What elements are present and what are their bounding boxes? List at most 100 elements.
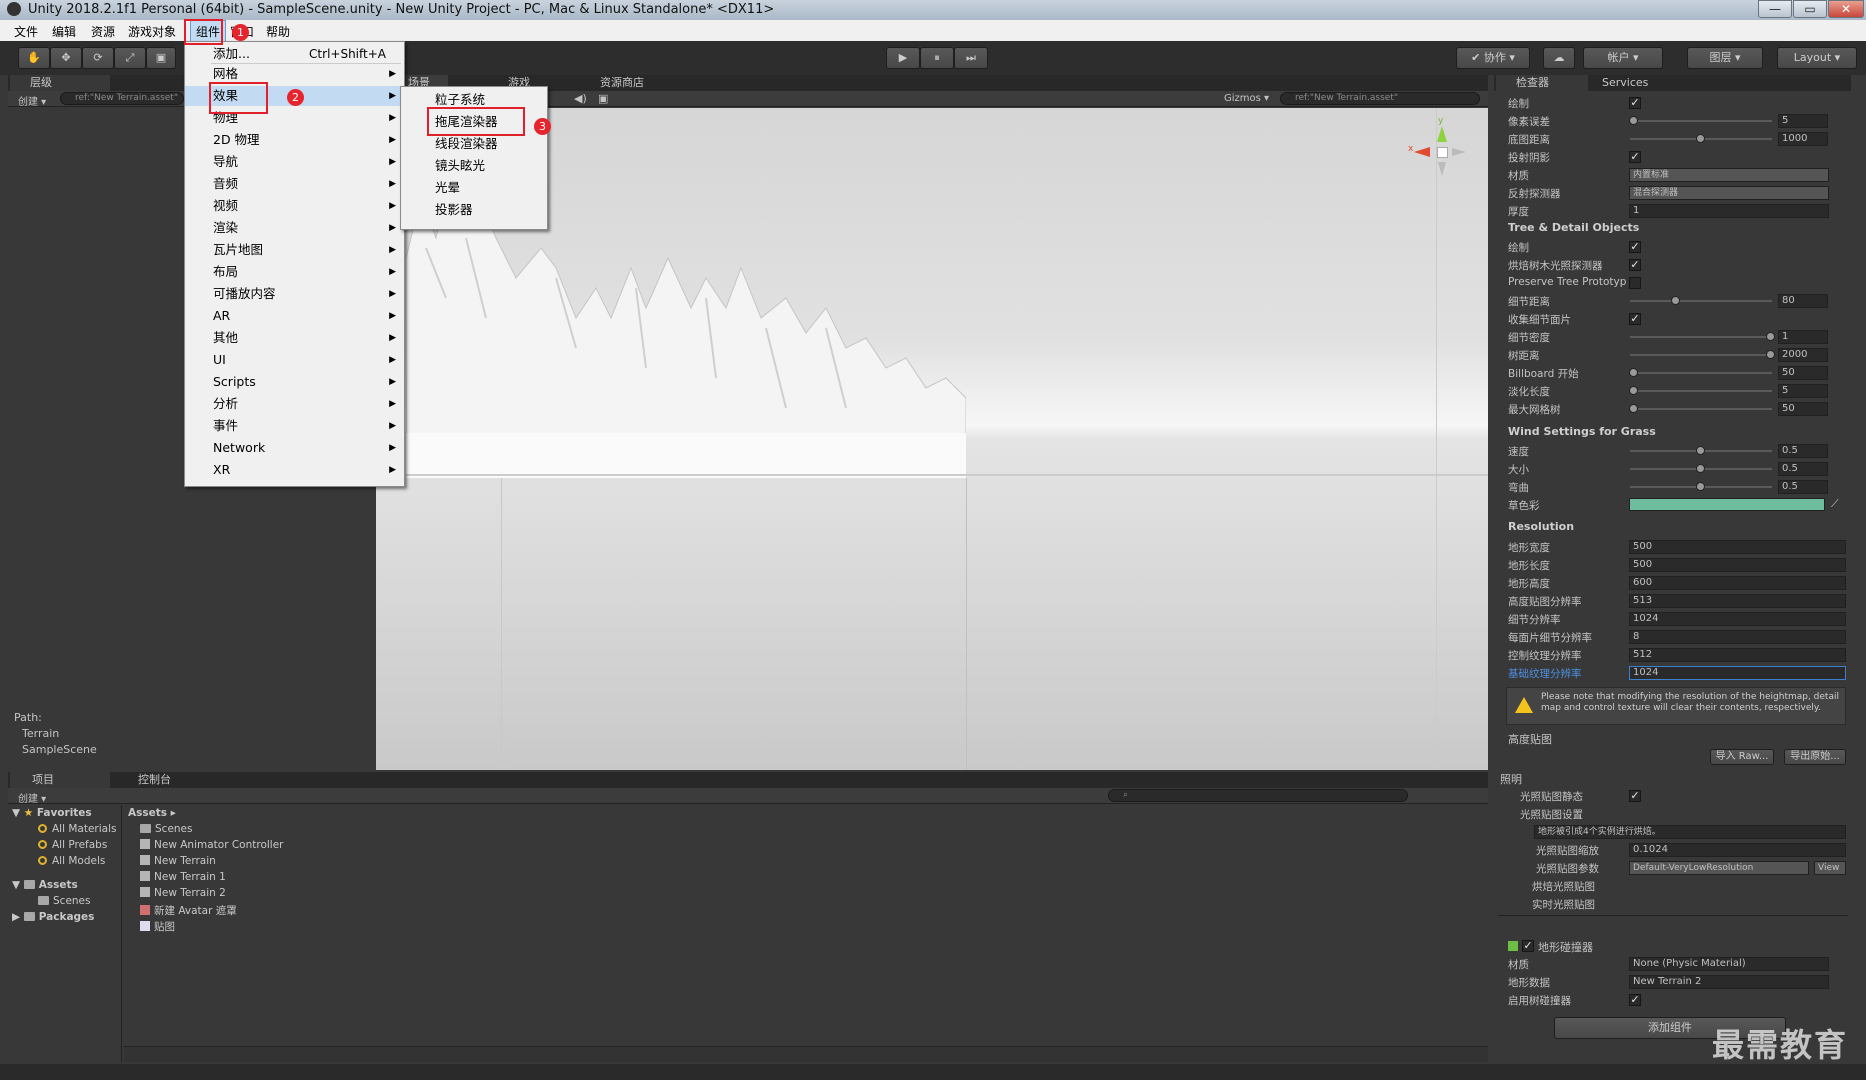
account-dropdown[interactable]: 帐户 ▾: [1583, 47, 1663, 69]
component-menu-item[interactable]: 分析 ▶: [185, 394, 404, 414]
inspector-value-field[interactable]: 80: [1778, 294, 1828, 308]
audio-toggle-icon[interactable]: ◀): [574, 92, 587, 105]
inspector-slider-track[interactable]: [1630, 300, 1772, 302]
scene-gizmo[interactable]: y x: [1408, 116, 1478, 188]
component-menu-item[interactable]: 可播放内容 ▶: [185, 284, 404, 304]
menu-assets[interactable]: 资源: [91, 23, 115, 40]
inspector-slider-track[interactable]: [1630, 120, 1772, 122]
inspector-value-field[interactable]: 0.5: [1778, 444, 1828, 458]
eyedropper-icon[interactable]: ⟋: [1831, 497, 1839, 511]
inspector-value-field[interactable]: 500: [1629, 540, 1846, 554]
hierarchy-search-input[interactable]: ref:"New Terrain.asset": [60, 92, 184, 105]
inspector-checkbox[interactable]: ✓: [1629, 241, 1641, 253]
import-raw-button[interactable]: 导入 Raw...: [1710, 749, 1774, 765]
lightmap-view-button[interactable]: View: [1814, 861, 1846, 875]
tab-hierarchy[interactable]: 层级: [10, 75, 110, 91]
effects-menu-item[interactable]: 镜头眩光: [401, 156, 547, 176]
path-item-terrain[interactable]: Terrain: [22, 727, 59, 740]
maximize-button[interactable]: ▭: [1793, 0, 1827, 18]
inspector-value-field[interactable]: 500: [1629, 558, 1846, 572]
inspector-value-field[interactable]: 513: [1629, 594, 1846, 608]
inspector-value-field[interactable]: 1: [1629, 204, 1829, 218]
lightmap-static-checkbox[interactable]: ✓: [1629, 790, 1641, 802]
project-create-button[interactable]: 创建 ▾: [18, 790, 46, 805]
inspector-slider-track[interactable]: [1630, 336, 1772, 338]
realtime-lightmap-foldout[interactable]: 实时光照贴图: [1532, 897, 1595, 912]
component-menu-item[interactable]: 导航 ▶: [185, 152, 404, 172]
tree-assets[interactable]: ▼ Assets: [12, 879, 78, 891]
gizmos-dropdown[interactable]: Gizmos ▾: [1224, 93, 1269, 104]
tree-collider-checkbox[interactable]: ✓: [1629, 994, 1641, 1006]
component-menu-item[interactable]: 瓦片地图 ▶: [185, 240, 404, 260]
inspector-checkbox[interactable]: ✓: [1629, 151, 1641, 163]
inspector-value-field[interactable]: 8: [1629, 630, 1846, 644]
inspector-slider-knob[interactable]: [1670, 296, 1680, 305]
asset-new-terrain-1[interactable]: New Terrain 1: [140, 871, 226, 883]
inspector-value-field[interactable]: 1: [1778, 330, 1828, 344]
step-button[interactable]: ⏭: [954, 47, 988, 69]
inspector-value-field[interactable]: 1024: [1629, 612, 1846, 626]
lightmap-params-dropdown[interactable]: Default-VeryLowResolution: [1629, 861, 1809, 875]
hierarchy-create-button[interactable]: 创建 ▾: [18, 93, 46, 108]
asset-new-terrain-2[interactable]: New Terrain 2: [140, 887, 226, 899]
scene-search-input[interactable]: ref:"New Terrain.asset": [1280, 92, 1480, 105]
inspector-checkbox[interactable]: [1629, 277, 1641, 289]
tab-console[interactable]: 控制台: [118, 772, 208, 788]
tab-asset-store[interactable]: 资源商店: [586, 75, 686, 91]
layout-dropdown[interactable]: Layout ▾: [1777, 47, 1857, 69]
component-menu-item[interactable]: 2D 物理 ▶: [185, 130, 404, 150]
inspector-slider-track[interactable]: [1630, 390, 1772, 392]
effects-menu-item[interactable]: 投影器: [401, 200, 547, 220]
grass-color-swatch[interactable]: [1629, 498, 1825, 511]
inspector-value-field[interactable]: 1000: [1778, 132, 1828, 146]
inspector-slider-knob[interactable]: [1628, 116, 1638, 125]
inspector-slider-track[interactable]: [1630, 372, 1772, 374]
component-menu-item[interactable]: 布局 ▶: [185, 262, 404, 282]
favorites-header[interactable]: ▼ ★ Favorites: [12, 807, 92, 819]
component-menu-item[interactable]: 渲染 ▶: [185, 218, 404, 238]
inspector-slider-knob[interactable]: [1628, 386, 1638, 395]
inspector-value-field[interactable]: 600: [1629, 576, 1846, 590]
lightmap-settings-foldout[interactable]: 光照贴图设置: [1520, 807, 1583, 822]
menu-help[interactable]: 帮助: [266, 23, 290, 40]
tree-packages[interactable]: ▶ Packages: [12, 911, 94, 923]
inspector-dropdown[interactable]: 内置标准: [1629, 168, 1829, 182]
inspector-slider-knob[interactable]: [1766, 332, 1775, 341]
inspector-value-field[interactable]: 2000: [1778, 348, 1828, 362]
component-menu-item[interactable]: 音频 ▶: [185, 174, 404, 194]
inspector-checkbox[interactable]: ✓: [1629, 97, 1641, 109]
tab-project[interactable]: 项目: [10, 772, 110, 788]
baked-lightmap-foldout[interactable]: 烘焙光照贴图: [1532, 879, 1595, 894]
inspector-slider-knob[interactable]: [1766, 350, 1775, 359]
lighting-foldout[interactable]: 照明: [1500, 771, 1522, 787]
asset-new-terrain[interactable]: New Terrain: [140, 855, 216, 867]
terrain-data-field[interactable]: New Terrain 2: [1629, 975, 1829, 989]
inspector-value-field[interactable]: 512: [1629, 648, 1846, 662]
menu-edit[interactable]: 编辑: [52, 23, 76, 40]
menu-file[interactable]: 文件: [14, 23, 38, 40]
component-menu-item[interactable]: XR ▶: [185, 460, 404, 480]
component-menu-item[interactable]: AR ▶: [185, 306, 404, 326]
scale-tool-button[interactable]: ⤢: [114, 47, 146, 69]
inspector-value-field[interactable]: 5: [1778, 384, 1828, 398]
inspector-slider-knob[interactable]: [1696, 464, 1705, 473]
asset-avatar-mask[interactable]: 新建 Avatar 遮罩: [140, 903, 237, 918]
effects-menu-item[interactable]: 线段渲染器: [401, 134, 547, 154]
inspector-value-field[interactable]: 50: [1778, 366, 1828, 380]
layers-dropdown[interactable]: 图层 ▾: [1687, 47, 1763, 69]
component-menu-item[interactable]: 其他 ▶: [185, 328, 404, 348]
favorite-all-models[interactable]: All Models: [38, 855, 105, 867]
favorite-all-materials[interactable]: All Materials: [38, 823, 116, 835]
export-raw-button[interactable]: 导出原始...: [1784, 749, 1846, 765]
component-menu-item[interactable]: UI ▶: [185, 350, 404, 370]
hand-tool-button[interactable]: ✋: [18, 47, 50, 69]
asset-texture[interactable]: 贴图: [140, 919, 175, 934]
component-menu-item[interactable]: Network ▶: [185, 438, 404, 458]
inspector-slider-knob[interactable]: [1628, 404, 1638, 413]
assets-breadcrumb[interactable]: Assets ▸: [128, 807, 176, 819]
path-item-scene[interactable]: SampleScene: [22, 743, 97, 756]
rect-tool-button[interactable]: ▣: [146, 47, 176, 69]
rotate-tool-button[interactable]: ⟳: [82, 47, 114, 69]
inspector-checkbox[interactable]: ✓: [1629, 259, 1641, 271]
effects-menu-item[interactable]: 光晕: [401, 178, 547, 198]
